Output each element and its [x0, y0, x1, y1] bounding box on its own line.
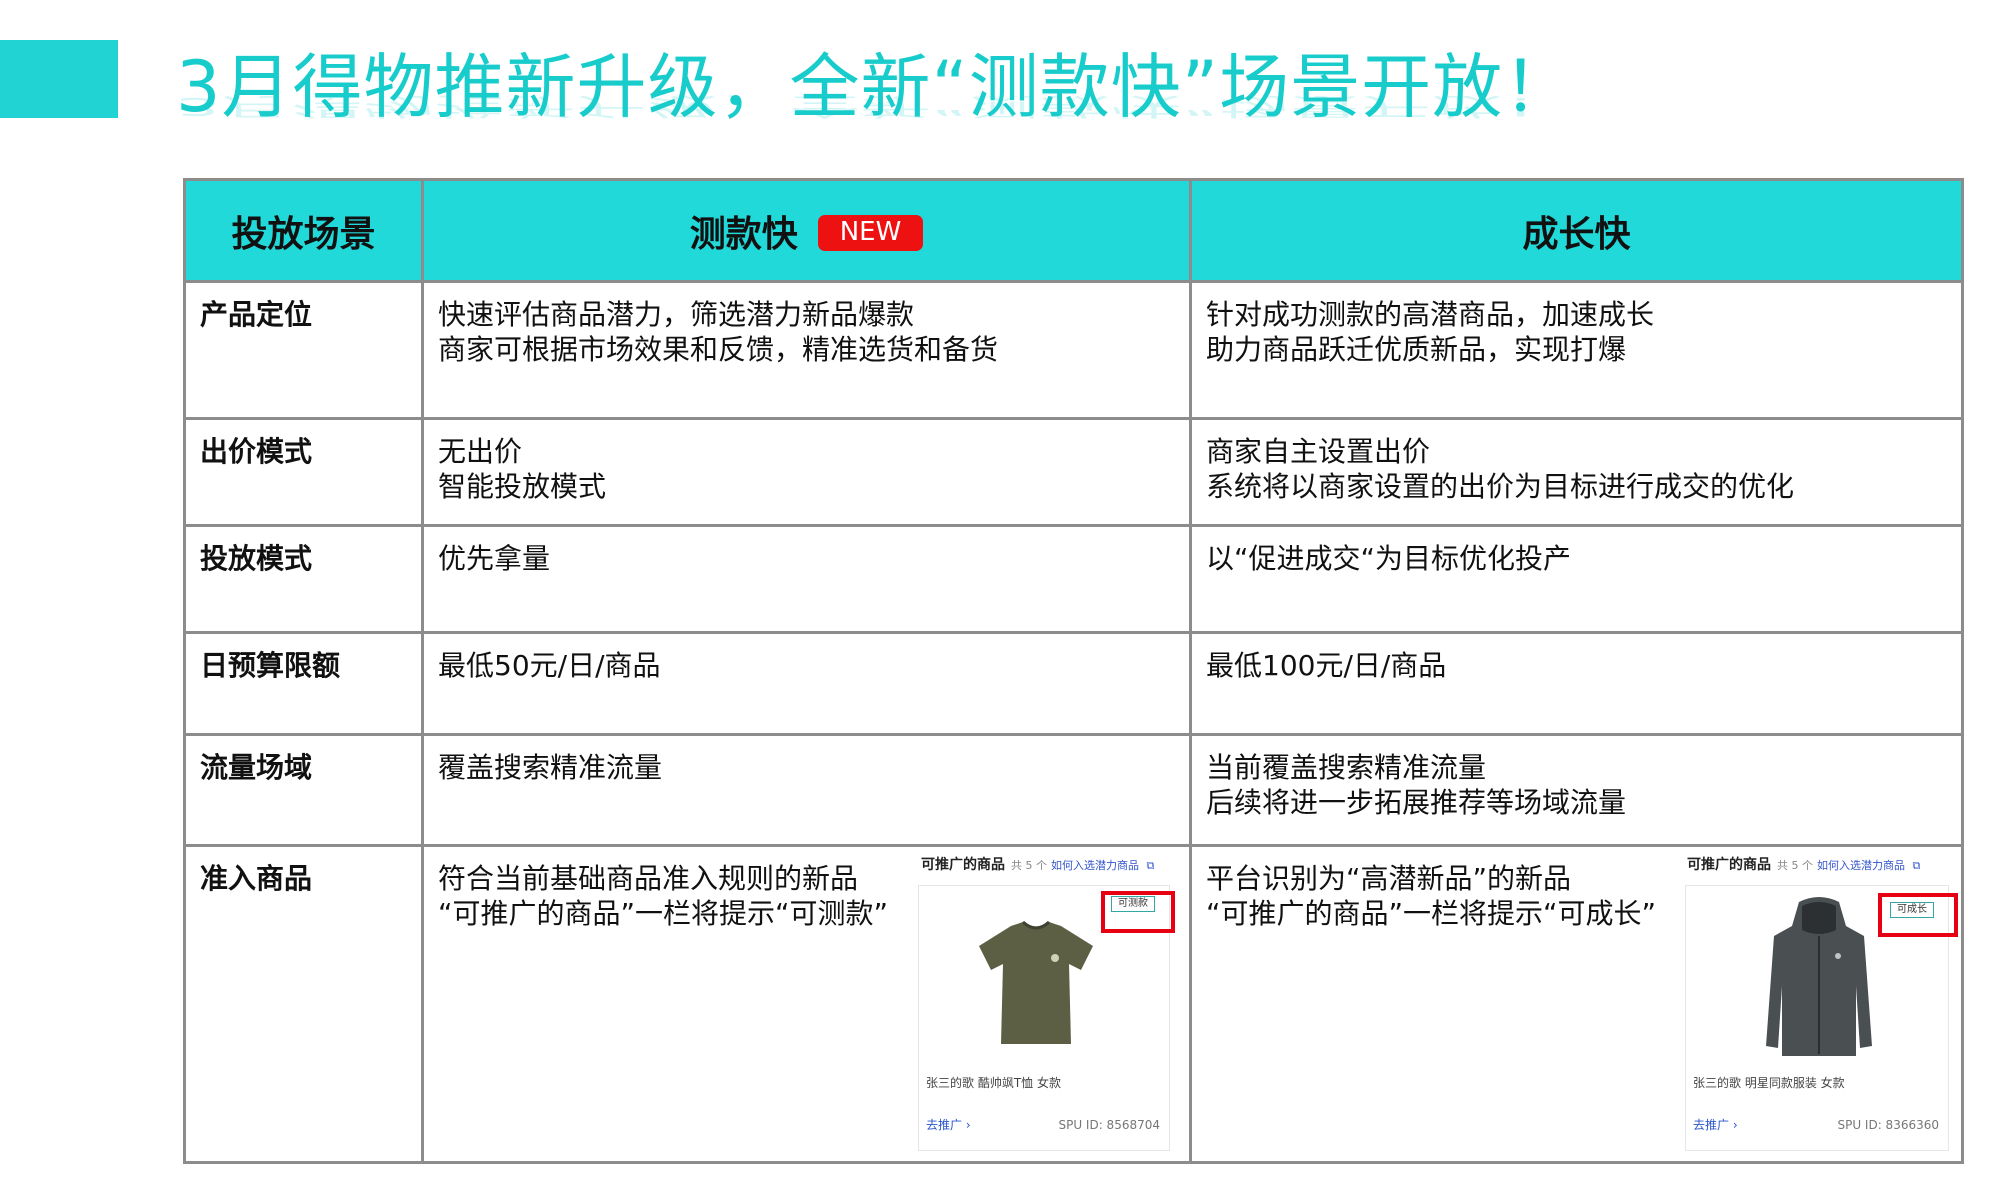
cell-line: 优先拿量 [438, 542, 551, 575]
row-label: 日预算限额 [183, 631, 424, 736]
external-link-icon: ⧉ [1143, 859, 1155, 872]
col1-cell: 无出价 智能投放模式 [421, 417, 1192, 527]
card-header: 可推广的商品共 5 个如何入选潜力商品 ⧉ [921, 856, 1154, 875]
cell-line: 最低100元/日/商品 [1206, 649, 1447, 682]
highlight-box [1101, 891, 1175, 933]
comparison-table: 投放场景 测款快 NEW 成长快 产品定位 快速评估商品潜力，筛选潜力新品爆款 商… [183, 178, 1964, 1164]
new-badge: NEW [817, 214, 924, 251]
card-header: 可推广的商品共 5 个如何入选潜力商品 ⧉ [1687, 856, 1920, 875]
col1-cell: 覆盖搜索精准流量 [421, 733, 1192, 847]
col2-cell: 针对成功测款的高潜商品，加速成长 助力商品跃迁优质新品，实现打爆 [1189, 280, 1964, 420]
col2-cell: 以“促进成交“为目标优化投产 [1189, 524, 1964, 634]
cell-line: 无出价 [438, 435, 523, 468]
external-link-icon: ⧉ [1909, 859, 1921, 872]
col2-cell: 当前覆盖搜索精准流量 后续将进一步拓展推荐等场域流量 [1189, 733, 1964, 847]
col1-cell: 符合当前基础商品准入规则的新品 “可推广的商品”一栏将提示“可测款” 可推广的商… [421, 844, 1192, 1164]
table-header-row: 投放场景 测款快 NEW 成长快 [183, 178, 1964, 283]
row-label: 投放模式 [183, 524, 424, 634]
table-row: 投放模式 优先拿量 以“促进成交“为目标优化投产 [183, 524, 1964, 634]
row-label: 准入商品 [183, 844, 424, 1164]
cell-line: 智能投放模式 [438, 470, 607, 503]
cell-line: 以“促进成交“为目标优化投产 [1206, 542, 1572, 575]
jacket-image [1766, 897, 1872, 1056]
card-count: 共 5 个 [1777, 859, 1813, 872]
card-count: 共 5 个 [1011, 859, 1047, 872]
cell-line: 商家自主设置出价 [1206, 435, 1431, 468]
table-row: 日预算限额 最低50元/日/商品 最低100元/日/商品 [183, 631, 1964, 736]
table-row: 流量场域 覆盖搜索精准流量 当前覆盖搜索精准流量 后续将进一步拓展推荐等场域流量 [183, 733, 1964, 847]
table-row: 出价模式 无出价 智能投放模式 商家自主设置出价 系统将以商家设置的出价为目标进… [183, 417, 1964, 527]
header-label: 投放场景 [231, 213, 376, 255]
cell-line: 覆盖搜索精准流量 [438, 751, 663, 784]
cell-line: 系统将以商家设置的出价为目标进行成交的优化 [1206, 470, 1795, 503]
row-label: 产品定位 [183, 280, 424, 420]
card-help-link[interactable]: 如何入选潜力商品 [1051, 859, 1139, 872]
row-label: 流量场域 [183, 733, 424, 847]
header-col1-cell: 测款快 NEW [421, 178, 1192, 283]
cell-line: 最低50元/日/商品 [438, 649, 661, 682]
tshirt-image [979, 920, 1093, 1044]
cell-line: 当前覆盖搜索精准流量 [1206, 751, 1487, 784]
header-col1: 测款快 [689, 213, 798, 255]
cell-line: 快速评估商品潜力，筛选潜力新品爆款 [438, 298, 915, 331]
table-row: 产品定位 快速评估商品潜力，筛选潜力新品爆款 商家可根据市场效果和反馈，精准选货… [183, 280, 1964, 420]
highlight-box [1878, 893, 1958, 937]
col1-cell: 快速评估商品潜力，筛选潜力新品爆款 商家可根据市场效果和反馈，精准选货和备货 [421, 280, 1192, 420]
col1-cell: 优先拿量 [421, 524, 1192, 634]
cell-line: 助力商品跃迁优质新品，实现打爆 [1206, 333, 1627, 366]
header-label-cell: 投放场景 [183, 178, 424, 283]
header-col2-cell: 成长快 [1189, 178, 1964, 283]
card-help-link[interactable]: 如何入选潜力商品 [1817, 859, 1905, 872]
card-header-title: 可推广的商品 [921, 857, 1005, 873]
card-header-title: 可推广的商品 [1687, 857, 1771, 873]
col1-cell: 最低50元/日/商品 [421, 631, 1192, 736]
col2-cell: 最低100元/日/商品 [1189, 631, 1964, 736]
row-label: 出价模式 [183, 417, 424, 527]
cell-line: 后续将进一步拓展推荐等场域流量 [1206, 786, 1627, 819]
accent-block [0, 40, 118, 118]
header-col2: 成长快 [1522, 213, 1631, 255]
cell-line: 针对成功测款的高潜商品，加速成长 [1206, 298, 1655, 331]
col2-cell: 商家自主设置出价 系统将以商家设置的出价为目标进行成交的优化 [1189, 417, 1964, 527]
table-row: 准入商品 符合当前基础商品准入规则的新品 “可推广的商品”一栏将提示“可测款” … [183, 844, 1964, 1164]
cell-line: 商家可根据市场效果和反馈，精准选货和备货 [438, 333, 999, 366]
page-title: 3月得物推新升级，全新“测款快”场景开放！ [176, 46, 1575, 128]
col2-cell: 平台识别为“高潜新品”的新品 “可推广的商品”一栏将提示“可成长” 可推广的商品… [1189, 844, 1964, 1164]
